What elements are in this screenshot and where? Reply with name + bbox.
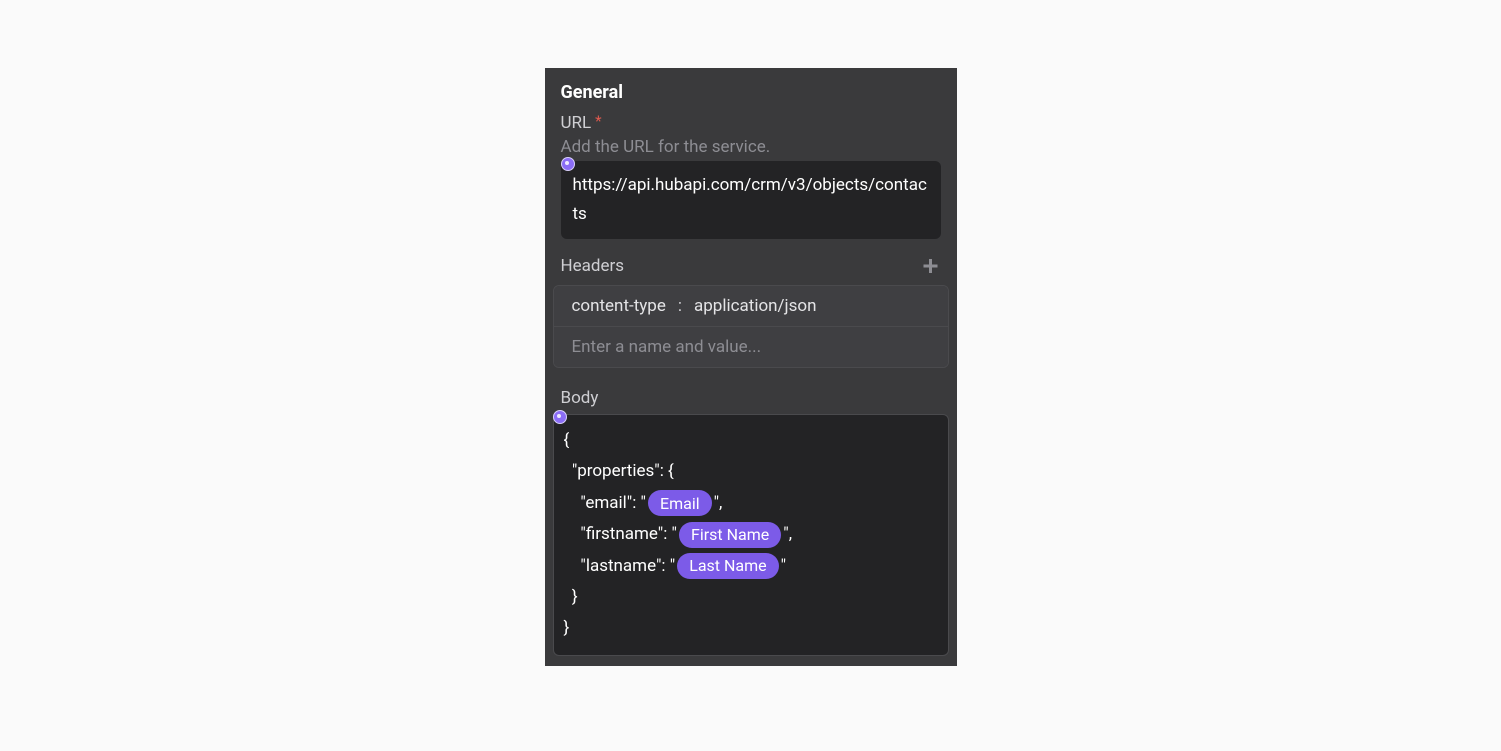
body-line: "email": "Email", <box>564 488 938 519</box>
body-line: { <box>564 425 938 456</box>
binding-indicator-icon[interactable] <box>561 157 575 171</box>
header-placeholder: Enter a name and value... <box>572 337 762 357</box>
body-line: } <box>564 613 938 644</box>
chip-last-name[interactable]: Last Name <box>677 553 778 579</box>
required-asterisk-icon: * <box>595 112 601 130</box>
headers-header-row: Headers <box>545 243 957 285</box>
header-value: application/json <box>694 296 816 316</box>
section-title: General <box>545 68 957 113</box>
header-separator: : <box>678 296 682 316</box>
plus-icon <box>920 256 940 276</box>
body-line: } <box>564 582 938 613</box>
header-name: content-type <box>572 296 666 316</box>
headers-label: Headers <box>561 256 625 276</box>
headers-table: content-type : application/json Enter a … <box>553 285 949 368</box>
binding-indicator-icon[interactable] <box>553 410 567 424</box>
header-row[interactable]: content-type : application/json <box>554 286 948 327</box>
body-label: Body <box>545 372 957 414</box>
url-label: URL <box>561 113 592 133</box>
chip-first-name[interactable]: First Name <box>679 522 781 548</box>
body-input[interactable]: { "properties": { "email": "Email", "fir… <box>553 414 949 656</box>
url-input[interactable]: https://api.hubapi.com/crm/v3/objects/co… <box>561 161 941 239</box>
add-header-button[interactable] <box>919 255 941 277</box>
header-row-empty[interactable]: Enter a name and value... <box>554 327 948 367</box>
body-line: "lastname": "Last Name" <box>564 551 938 582</box>
body-line: "firstname": "First Name", <box>564 519 938 550</box>
url-description: Add the URL for the service. <box>561 137 941 157</box>
body-line: "properties": { <box>564 456 938 487</box>
chip-email[interactable]: Email <box>648 490 712 516</box>
url-field-group: URL * Add the URL for the service. https… <box>545 113 957 243</box>
url-label-row: URL * <box>561 113 941 133</box>
config-panel: General URL * Add the URL for the servic… <box>545 68 957 666</box>
